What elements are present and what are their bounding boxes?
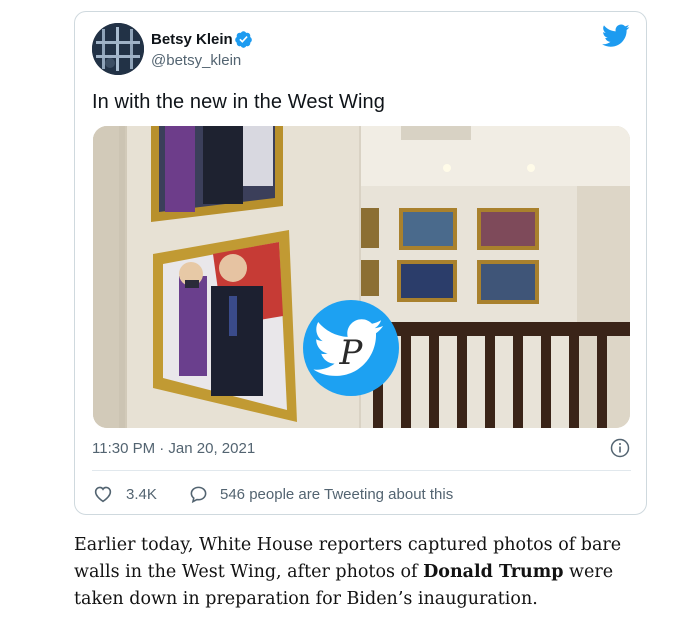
donald-trump-link[interactable]: Donald Trump (423, 562, 563, 582)
svg-text:P: P (339, 333, 364, 373)
tweeting-about-link[interactable]: 546 people are Tweeting about this (220, 486, 453, 503)
article-paragraph: Earlier today, White House reporters cap… (74, 532, 654, 613)
tweet-card[interactable]: Betsy Klein @betsy_klein In with the new… (74, 11, 647, 515)
tweet-timestamp[interactable]: 11:30 PM · Jan 20, 2021 (92, 440, 255, 457)
author-name[interactable]: Betsy Klein (151, 31, 233, 48)
reply-icon[interactable] (189, 485, 208, 504)
twitter-logo-icon[interactable] (602, 24, 630, 48)
tweet-text: In with the new in the West Wing (92, 91, 385, 113)
author-handle[interactable]: @betsy_klein (151, 52, 241, 69)
watermark-logo: P (303, 300, 399, 396)
like-count[interactable]: 3.4K (126, 486, 157, 503)
divider (92, 470, 631, 471)
info-icon[interactable] (610, 438, 630, 458)
heart-icon[interactable] (93, 485, 113, 503)
avatar[interactable] (92, 23, 144, 75)
verified-icon (235, 31, 252, 48)
